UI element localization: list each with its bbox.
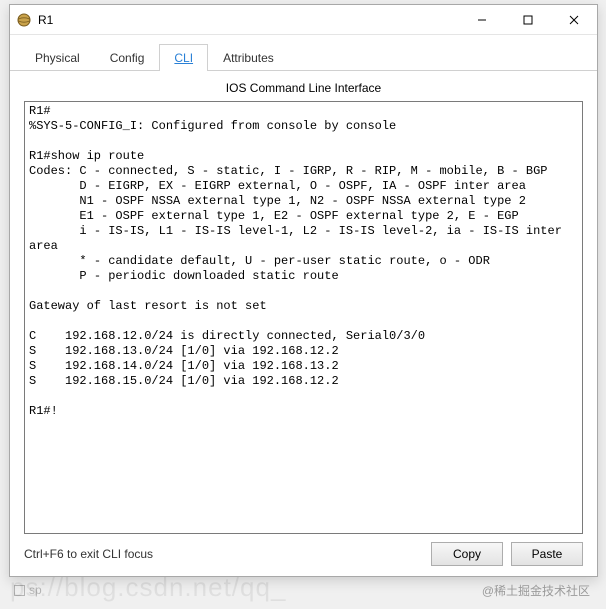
close-button[interactable] bbox=[551, 5, 597, 35]
panel-title: IOS Command Line Interface bbox=[24, 77, 583, 101]
copy-button[interactable]: Copy bbox=[431, 542, 503, 566]
tab-content: IOS Command Line Interface R1# %SYS-5-CO… bbox=[10, 71, 597, 576]
tab-cli[interactable]: CLI bbox=[159, 44, 208, 71]
tab-config[interactable]: Config bbox=[95, 44, 160, 71]
app-window: R1 Physical Config CLI Attributes IOS Co… bbox=[9, 4, 598, 577]
focus-hint: Ctrl+F6 to exit CLI focus bbox=[24, 547, 423, 561]
maximize-button[interactable] bbox=[505, 5, 551, 35]
titlebar: R1 bbox=[10, 5, 597, 35]
cli-terminal[interactable]: R1# %SYS-5-CONFIG_I: Configured from con… bbox=[24, 101, 583, 534]
bottom-toolbar: Ctrl+F6 to exit CLI focus Copy Paste bbox=[24, 534, 583, 566]
tab-physical[interactable]: Physical bbox=[20, 44, 95, 71]
tab-attributes[interactable]: Attributes bbox=[208, 44, 289, 71]
checkbox-icon bbox=[14, 585, 25, 596]
paste-button[interactable]: Paste bbox=[511, 542, 583, 566]
minimize-button[interactable] bbox=[459, 5, 505, 35]
attribution-watermark: @稀土掘金技术社区 bbox=[482, 582, 590, 599]
window-title: R1 bbox=[38, 13, 53, 27]
corner-label: sp bbox=[29, 583, 42, 597]
router-icon bbox=[16, 12, 32, 28]
tab-bar: Physical Config CLI Attributes bbox=[10, 35, 597, 71]
corner-checkbox[interactable]: sp bbox=[14, 583, 42, 597]
